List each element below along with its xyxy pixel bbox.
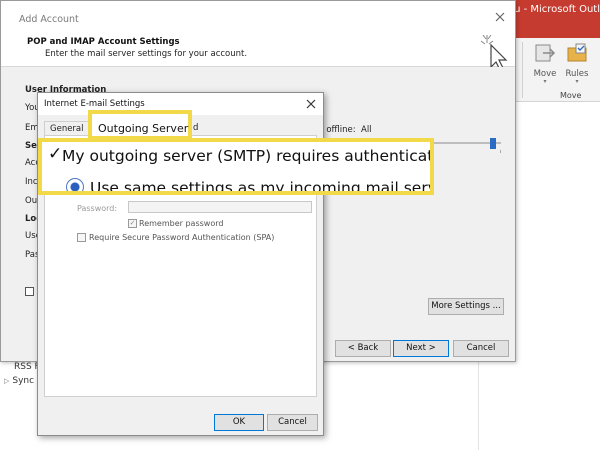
back-button[interactable]: < Back	[335, 340, 391, 357]
offline-slider-thumb[interactable]	[490, 138, 496, 149]
spa-label: Require Secure Password Authentication (…	[89, 233, 275, 242]
cancel-button[interactable]: Cancel	[453, 340, 509, 357]
password-label: Password:	[77, 204, 118, 213]
close-icon[interactable]	[493, 10, 507, 24]
remember-password-label: Remember password	[139, 219, 224, 228]
left-checkbox[interactable]	[25, 287, 34, 296]
nav-item-rss[interactable]: RSS F	[14, 362, 40, 372]
add-account-title: Add Account	[19, 14, 79, 25]
move-caret-icon: ▾	[543, 78, 547, 85]
add-account-header: Add Account POP and IMAP Account Setting…	[1, 1, 515, 71]
expand-caret-icon: ▷	[4, 377, 10, 385]
remember-password-checkbox[interactable]: ✓	[128, 219, 137, 228]
ies-cancel-button[interactable]: Cancel	[267, 414, 318, 431]
same-settings-label: Use same settings as my incoming mail se…	[90, 179, 434, 195]
same-settings-radio[interactable]	[66, 178, 84, 191]
check-icon: ✓	[129, 219, 136, 227]
move-icon	[535, 44, 556, 62]
close-icon[interactable]	[305, 98, 317, 110]
nav-item-sync-label: Sync	[12, 376, 35, 386]
rules-caret-icon: ▾	[575, 78, 579, 85]
more-settings-button[interactable]: More Settings ...	[428, 298, 504, 315]
nav-item-sync[interactable]: ▷ Sync	[4, 376, 34, 386]
mouse-cursor-icon	[480, 34, 508, 71]
header-subtitle: Enter the mail server settings for your …	[45, 49, 248, 59]
smtp-auth-label: My outgoing server (SMTP) requires authe…	[62, 147, 434, 165]
smtp-auth-zoom-callout: ✓ My outgoing server (SMTP) requires aut…	[38, 138, 434, 195]
checkbox-checked-icon[interactable]: ✓	[48, 144, 62, 164]
ok-button[interactable]: OK	[214, 414, 264, 431]
rules-icon	[567, 43, 587, 62]
outgoing-server-tab-highlight[interactable]: Outgoing Server	[88, 110, 192, 140]
ribbon-separator	[522, 42, 523, 98]
tab-outgoing-server[interactable]: Outgoing Server	[98, 122, 188, 135]
header-title: POP and IMAP Account Settings	[27, 37, 180, 47]
tab-general[interactable]: General	[44, 121, 90, 135]
rules-button[interactable]: Rules ▾	[562, 40, 592, 85]
ies-title: Internet E-mail Settings	[44, 99, 145, 109]
spa-checkbox[interactable]	[77, 233, 86, 242]
outlook-divider	[478, 360, 479, 450]
password-field[interactable]	[128, 201, 312, 213]
offline-value: All	[361, 125, 372, 135]
move-button[interactable]: Move ▾	[530, 40, 560, 85]
next-button[interactable]: Next >	[393, 340, 449, 357]
ribbon-group-label: Move	[560, 91, 582, 100]
